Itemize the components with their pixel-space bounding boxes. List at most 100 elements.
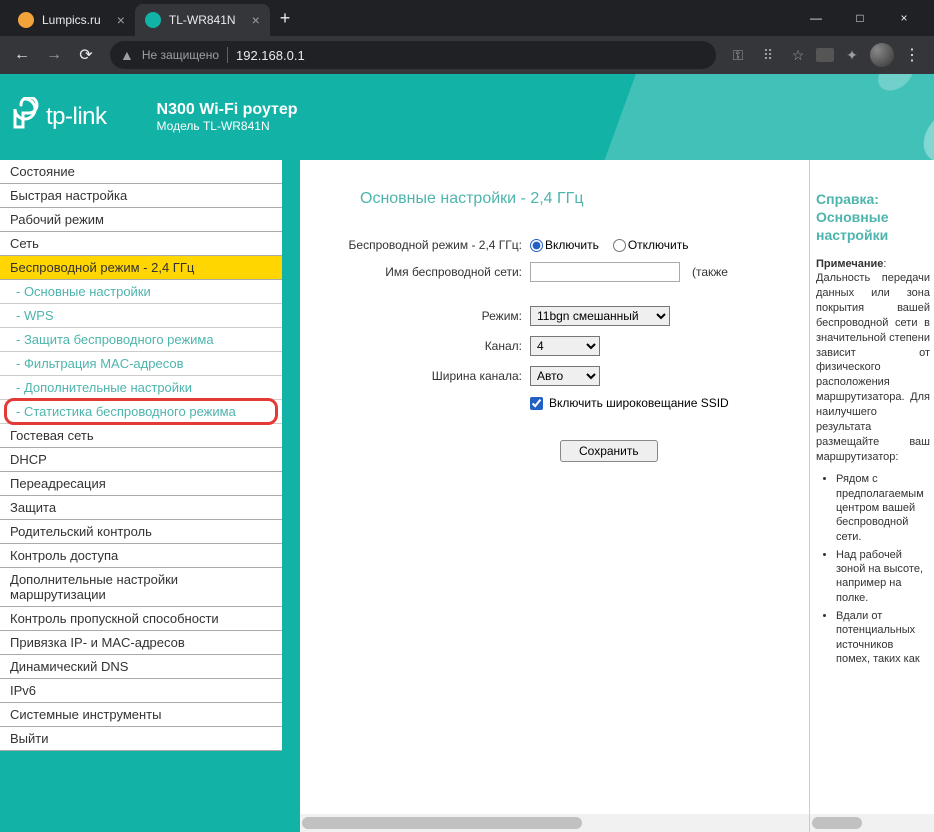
- page-title: Основные настройки - 2,4 ГГц: [360, 190, 789, 208]
- tab-title: TL-WR841N: [169, 13, 236, 27]
- favicon-router: [145, 12, 161, 28]
- window-controls: — □ ×: [794, 0, 926, 36]
- browser-tab-router[interactable]: TL-WR841N ×: [135, 4, 270, 36]
- browser-menu-button[interactable]: ⋮: [898, 45, 926, 65]
- broadcast-label: Включить широковещание SSID: [549, 396, 729, 410]
- sidebar: СостояниеБыстрая настройкаРабочий режимС…: [0, 160, 300, 832]
- radio-enable[interactable]: Включить: [530, 238, 599, 252]
- favicon-lumpics: [18, 12, 34, 28]
- radio-enable-input[interactable]: [530, 239, 543, 252]
- row-channel: Канал: 4: [330, 336, 789, 356]
- broadcast-checkbox[interactable]: [530, 397, 543, 410]
- extensions-puzzle-icon[interactable]: ✦: [840, 43, 864, 67]
- bookmark-icon[interactable]: ☆: [786, 43, 810, 67]
- page-header: tp-link N300 Wi-Fi роутер Модель TL-WR84…: [0, 74, 934, 160]
- sidebar-item[interactable]: Переадресация: [0, 472, 282, 496]
- browser-tabstrip: Lumpics.ru × TL-WR841N × + — □ ×: [0, 0, 934, 36]
- logo-icon: [10, 97, 40, 137]
- maximize-button[interactable]: □: [838, 0, 882, 36]
- header-titles: N300 Wi-Fi роутер Модель TL-WR841N: [157, 101, 298, 133]
- width-select[interactable]: Авто: [530, 366, 600, 386]
- browser-toolbar: ← → ⟳ ▲ Не защищено 192.168.0.1 ⚿ ⠿ ☆ ✦ …: [0, 36, 934, 74]
- sidebar-item[interactable]: Сеть: [0, 232, 282, 256]
- sidebar-item[interactable]: Беспроводной режим - 2,4 ГГц: [0, 256, 282, 280]
- help-bullet: Вдали от потенциальных источников помех,…: [836, 609, 930, 666]
- warning-icon: ▲: [120, 47, 134, 63]
- divider: [227, 47, 228, 63]
- reload-button[interactable]: ⟳: [72, 41, 100, 69]
- mode-select[interactable]: 11bgn смешанный: [530, 306, 670, 326]
- sidebar-item[interactable]: Дополнительные настройки маршрутизации: [0, 568, 282, 607]
- help-panel: Справка: Основные настройки Примечание: …: [809, 160, 934, 832]
- url-text: 192.168.0.1: [236, 48, 305, 63]
- sidebar-subitem[interactable]: - Фильтрация MAC-адресов: [0, 352, 282, 376]
- help-hscrollbar[interactable]: [810, 814, 934, 832]
- sidebar-item[interactable]: Системные инструменты: [0, 703, 282, 727]
- sidebar-item[interactable]: Рабочий режим: [0, 208, 282, 232]
- close-window-button[interactable]: ×: [882, 0, 926, 36]
- address-bar[interactable]: ▲ Не защищено 192.168.0.1: [110, 41, 716, 69]
- sidebar-item[interactable]: Контроль доступа: [0, 544, 282, 568]
- sidebar-item[interactable]: DHCP: [0, 448, 282, 472]
- channel-select[interactable]: 4: [530, 336, 600, 356]
- save-row: Сохранить: [560, 440, 789, 462]
- help-bullet: Над рабочей зоной на высоте, например на…: [836, 548, 930, 605]
- product-title: N300 Wi-Fi роутер: [157, 101, 298, 119]
- security-text: Не защищено: [142, 48, 219, 62]
- main-hscrollbar[interactable]: [300, 814, 809, 832]
- label-mode: Режим:: [330, 309, 530, 323]
- help-title: Справка: Основные настройки: [816, 190, 930, 245]
- browser-tab-lumpics[interactable]: Lumpics.ru ×: [8, 4, 135, 36]
- sidebar-item[interactable]: Контроль пропускной способности: [0, 607, 282, 631]
- minimize-button[interactable]: —: [794, 0, 838, 36]
- label-width: Ширина канала:: [330, 369, 530, 383]
- row-broadcast: Включить широковещание SSID: [330, 396, 789, 410]
- new-tab-button[interactable]: +: [270, 8, 301, 29]
- sidebar-subitem[interactable]: - Статистика беспроводного режима: [0, 400, 282, 424]
- row-wireless-toggle: Беспроводной режим - 2,4 ГГц: Включить О…: [330, 238, 789, 252]
- sidebar-item[interactable]: Привязка IP- и MAC-адресов: [0, 631, 282, 655]
- row-width: Ширина канала: Авто: [330, 366, 789, 386]
- product-model: Модель TL-WR841N: [157, 119, 298, 133]
- sidebar-item[interactable]: Быстрая настройка: [0, 184, 282, 208]
- profile-avatar[interactable]: [870, 43, 894, 67]
- save-button[interactable]: Сохранить: [560, 440, 658, 462]
- sidebar-item[interactable]: Родительский контроль: [0, 520, 282, 544]
- logo-text: tp-link: [46, 103, 107, 131]
- tplink-logo: tp-link: [10, 97, 107, 137]
- row-ssid: Имя беспроводной сети: (также: [330, 262, 789, 282]
- sidebar-subitem[interactable]: - Защита беспроводного режима: [0, 328, 282, 352]
- sidebar-item[interactable]: Защита: [0, 496, 282, 520]
- key-icon[interactable]: ⚿: [726, 43, 750, 67]
- label-ssid: Имя беспроводной сети:: [330, 265, 530, 279]
- help-bullet: Рядом с предполагаемым центром вашей бес…: [836, 472, 930, 543]
- label-wireless: Беспроводной режим - 2,4 ГГц:: [330, 238, 530, 252]
- nav-menu: СостояниеБыстрая настройкаРабочий режимС…: [0, 160, 282, 751]
- radio-disable-input[interactable]: [613, 239, 626, 252]
- close-icon[interactable]: ×: [117, 12, 125, 28]
- tab-title: Lumpics.ru: [42, 13, 101, 27]
- back-button[interactable]: ←: [8, 41, 36, 69]
- sidebar-item[interactable]: Динамический DNS: [0, 655, 282, 679]
- help-body: Примечание: Дальность передачи данных ил…: [816, 257, 930, 465]
- extension-icon[interactable]: [816, 48, 834, 62]
- sidebar-subitem[interactable]: - Основные настройки: [0, 280, 282, 304]
- sidebar-item[interactable]: Состояние: [0, 160, 282, 184]
- help-bullets: Рядом с предполагаемым центром вашей бес…: [836, 472, 930, 666]
- sidebar-subitem[interactable]: - Дополнительные настройки: [0, 376, 282, 400]
- sidebar-item[interactable]: Гостевая сеть: [0, 424, 282, 448]
- translate-icon[interactable]: ⠿: [756, 43, 780, 67]
- row-mode: Режим: 11bgn смешанный: [330, 306, 789, 326]
- ssid-note: (также: [692, 265, 728, 279]
- extension-icons: ⚿ ⠿ ☆ ✦: [726, 43, 894, 67]
- forward-button[interactable]: →: [40, 41, 68, 69]
- sidebar-item[interactable]: IPv6: [0, 679, 282, 703]
- ssid-input[interactable]: [530, 262, 680, 282]
- main-content: Основные настройки - 2,4 ГГц Беспроводно…: [300, 160, 809, 832]
- label-channel: Канал:: [330, 339, 530, 353]
- radio-disable[interactable]: Отключить: [613, 238, 689, 252]
- sidebar-subitem[interactable]: - WPS: [0, 304, 282, 328]
- close-icon[interactable]: ×: [252, 12, 260, 28]
- sidebar-item[interactable]: Выйти: [0, 727, 282, 751]
- router-admin-page: tp-link N300 Wi-Fi роутер Модель TL-WR84…: [0, 74, 934, 832]
